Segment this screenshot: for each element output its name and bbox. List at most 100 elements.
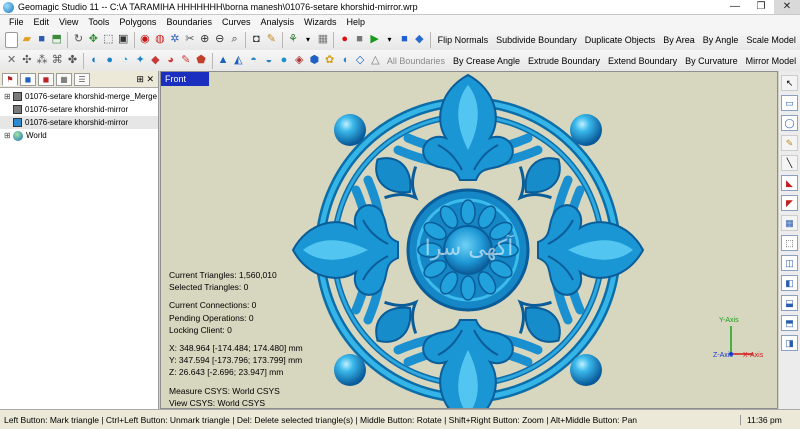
magnifier-icon[interactable]: ⌕ [228, 32, 241, 48]
tree-item[interactable]: ⊞ 01076-setare khorshid-merge_Merge [0, 90, 158, 103]
graphics-viewport[interactable]: Front آکهی سرا Current Triangles: 1,560,… [160, 71, 778, 409]
grid-tab-icon[interactable]: ▦ [56, 72, 72, 86]
line-select-icon[interactable]: ╲ [781, 155, 798, 171]
curve-icon[interactable]: ◖ [338, 53, 351, 69]
extend-boundary-button[interactable]: Extend Boundary [604, 56, 681, 66]
menu-edit[interactable]: Edit [29, 17, 55, 27]
by-crease-angle-button[interactable]: By Crease Angle [449, 56, 524, 66]
visible-only-icon[interactable]: ◤ [781, 195, 798, 211]
expand-icon[interactable]: ⊞ [4, 131, 12, 140]
menu-view[interactable]: View [54, 17, 83, 27]
by-curvature-button[interactable]: By Curvature [681, 56, 742, 66]
fill-holes-icon[interactable]: ◐ [88, 53, 101, 69]
boundary-blue-icon[interactable]: ◇ [353, 53, 366, 69]
blue-square-icon[interactable]: ■ [398, 32, 411, 48]
sharpen-icon[interactable]: ◈ [293, 53, 306, 69]
wizard-icon[interactable]: ⚘ [287, 32, 300, 48]
stop-icon[interactable]: ■ [353, 32, 366, 48]
cube-iso-icon[interactable]: ⬒ [781, 315, 798, 331]
tree-item[interactable]: 01076-setare khorshid-mirror [0, 103, 158, 116]
triangle-outline-icon[interactable]: △ [369, 53, 382, 69]
mesh-tool-icon[interactable]: ⌘ [51, 53, 64, 69]
cube-side-icon[interactable]: ◧ [781, 275, 798, 291]
brush-select-icon[interactable]: ✎ [781, 135, 798, 151]
menu-tools[interactable]: Tools [83, 17, 114, 27]
select-all-icon[interactable]: ▦ [781, 215, 798, 231]
maximize-button[interactable]: ❐ [748, 0, 774, 14]
menu-analysis[interactable]: Analysis [256, 17, 300, 27]
cube-icon[interactable]: ◆ [413, 32, 426, 48]
fit-view-icon[interactable]: ✥ [87, 32, 100, 48]
rectangle-select-icon[interactable]: ▭ [781, 95, 798, 111]
pattern-icon[interactable]: ✿ [323, 53, 336, 69]
heal-icon[interactable]: ◔ [118, 53, 131, 69]
display-tab-icon[interactable]: ◼ [20, 72, 36, 86]
rotate-view-icon[interactable]: ↻ [72, 32, 85, 48]
dropdown-arrow-icon[interactable]: ▾ [383, 32, 396, 48]
scale-model-button[interactable]: Scale Model [742, 35, 800, 45]
minimize-button[interactable]: — [722, 0, 748, 14]
reduce-icon[interactable]: ◭ [232, 53, 245, 69]
dropdown-arrow-icon[interactable]: ▾ [302, 32, 315, 48]
zoom-out-icon[interactable]: ⊖ [213, 32, 226, 48]
spike-icon[interactable]: ✦ [134, 53, 147, 69]
edit-red-icon[interactable]: ✎ [179, 53, 192, 69]
menu-help[interactable]: Help [342, 17, 371, 27]
grid-icon[interactable]: ▦ [316, 32, 329, 48]
menu-file[interactable]: File [4, 17, 29, 27]
close-button[interactable]: ✕ [774, 0, 800, 14]
move-tool-icon[interactable]: ✣ [20, 53, 33, 69]
panel-pin-icon[interactable]: ⊞ ✕ [136, 74, 154, 85]
extrude-boundary-button[interactable]: Extrude Boundary [524, 56, 604, 66]
tree-item[interactable]: ⊞ World [0, 129, 158, 142]
new-file-icon[interactable] [5, 31, 19, 48]
duplicate-objects-button[interactable]: Duplicate Objects [581, 35, 660, 45]
zoom-window-icon[interactable]: ▣ [117, 32, 130, 48]
tree-item[interactable]: 01076-setare khorshid-mirror [0, 116, 158, 129]
sphere-icon[interactable]: ● [103, 53, 116, 69]
subdivide-boundary-button[interactable]: Subdivide Boundary [492, 35, 581, 45]
zoom-in-icon[interactable]: ⊕ [198, 32, 211, 48]
transform-icon[interactable]: ✤ [66, 53, 79, 69]
pencil-icon[interactable]: ✎ [265, 32, 278, 48]
select-through-icon[interactable]: ◣ [781, 175, 798, 191]
save-icon[interactable]: ■ [35, 32, 48, 48]
sandpaper-icon[interactable]: ◆ [149, 53, 162, 69]
all-boundaries-button[interactable]: All Boundaries [383, 56, 449, 66]
smooth-icon[interactable]: ● [277, 53, 290, 69]
menu-boundaries[interactable]: Boundaries [161, 17, 217, 27]
by-angle-button[interactable]: By Angle [699, 35, 743, 45]
dialog-tab-icon[interactable]: ◼ [38, 72, 54, 86]
red-ring-icon[interactable]: ◍ [153, 32, 166, 48]
by-area-button[interactable]: By Area [659, 35, 699, 45]
menu-polygons[interactable]: Polygons [114, 17, 161, 27]
mirror-model-button[interactable]: Mirror Model [742, 56, 800, 66]
cube-top-icon[interactable]: ⬓ [781, 295, 798, 311]
snap-icon[interactable]: ⁂ [35, 53, 48, 69]
record-icon[interactable]: ● [338, 32, 351, 48]
camera-icon[interactable]: ◘ [250, 32, 263, 48]
delete-x-icon[interactable]: ✕ [5, 53, 18, 69]
list-tab-icon[interactable]: ☰ [74, 72, 90, 86]
expand-icon[interactable]: ⊞ [4, 92, 12, 101]
play-icon[interactable]: ▶ [368, 32, 381, 48]
select-tool-icon[interactable]: ⬚ [102, 32, 115, 48]
import-icon[interactable]: ⬒ [50, 32, 63, 48]
menu-curves[interactable]: Curves [217, 17, 256, 27]
cube-bottom-icon[interactable]: ◨ [781, 335, 798, 351]
shell-icon[interactable]: ◓ [247, 53, 260, 69]
polygon-blue-icon[interactable]: ⬢ [308, 53, 321, 69]
flip-normals-button[interactable]: Flip Normals [434, 35, 493, 45]
menu-wizards[interactable]: Wizards [299, 17, 342, 27]
offset-icon[interactable]: ◒ [262, 53, 275, 69]
cut-tool-icon[interactable]: ✂ [183, 32, 196, 48]
red-circle-icon[interactable]: ◉ [139, 32, 152, 48]
open-folder-icon[interactable]: ▰ [20, 32, 33, 48]
relax-icon[interactable]: ◕ [164, 53, 177, 69]
wireframe-cube-icon[interactable]: ⬚ [781, 235, 798, 251]
model-tree-tab-icon[interactable]: ⚑ [2, 72, 18, 86]
boundary-icon[interactable]: ⬟ [194, 53, 207, 69]
pointer-icon[interactable]: ↖ [781, 75, 798, 91]
lasso-icon[interactable]: ◯ [781, 115, 798, 131]
cube-front-icon[interactable]: ◫ [781, 255, 798, 271]
